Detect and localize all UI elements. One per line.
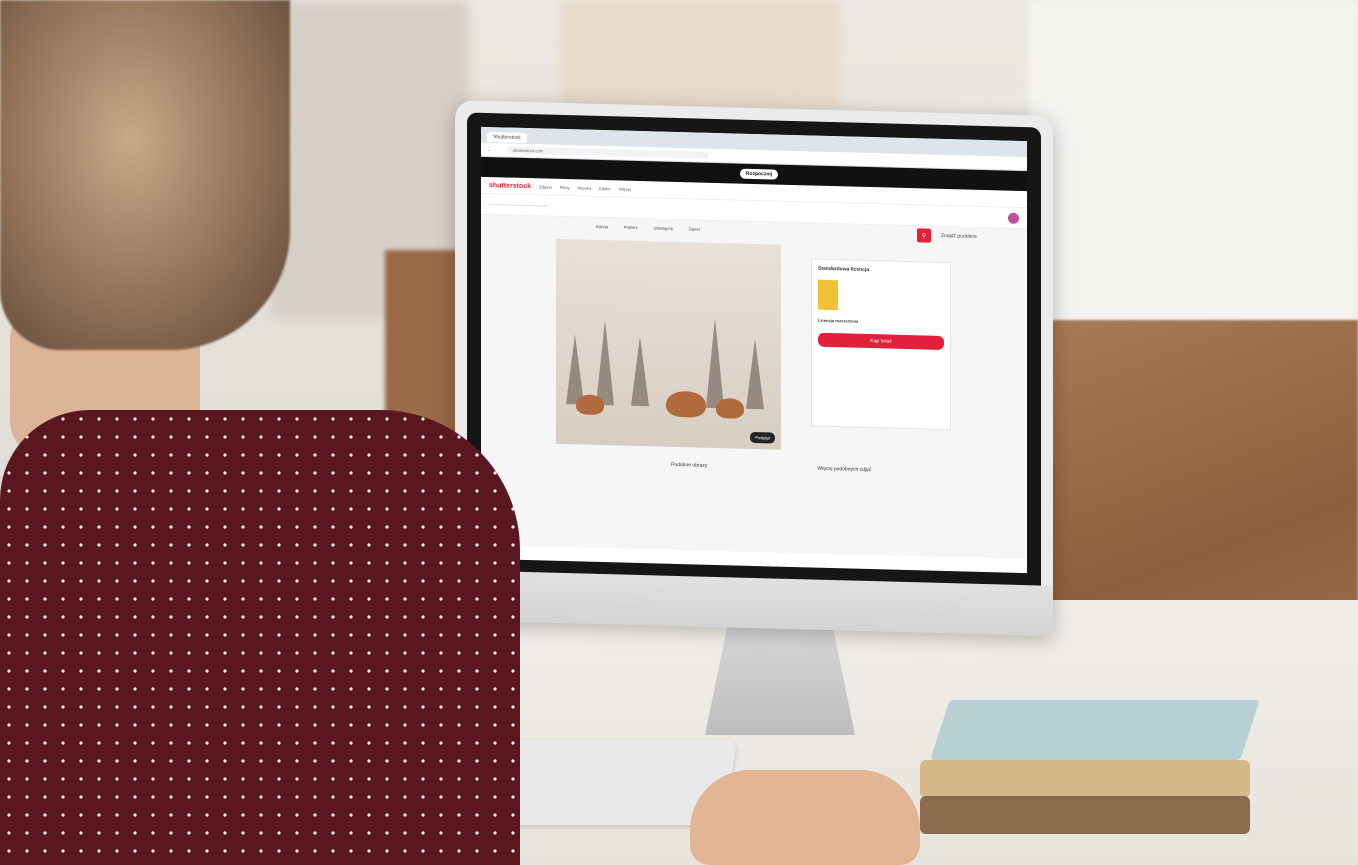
deer-illustration — [666, 390, 706, 418]
action-edit[interactable]: Edycja — [596, 224, 608, 229]
notebook — [920, 760, 1250, 798]
nav-item[interactable]: Więcej — [619, 186, 631, 191]
search-input[interactable] — [489, 203, 549, 207]
deer-illustration — [576, 394, 604, 416]
monitor-screen: Shutterstock ← shutterstock.com Rozpoczn… — [481, 126, 1027, 574]
purchase-card: Standardowa licencja Licencja rozszerzon… — [811, 258, 951, 431]
tree-illustration — [596, 319, 614, 406]
main-content: Edycja Pobierz Udostępnij Zapisz ⚲ Znajd… — [481, 214, 1027, 560]
tree-illustration — [566, 334, 584, 405]
background-window — [1028, 0, 1358, 330]
polka-dot-shirt — [0, 410, 520, 865]
avatar[interactable] — [1008, 212, 1019, 224]
banner-button[interactable]: Rozpocznij — [739, 168, 779, 180]
find-similar-link[interactable]: Znajdź podobne — [941, 233, 977, 240]
site-logo[interactable]: shutterstock — [489, 182, 531, 190]
notebook — [920, 796, 1250, 834]
monitor-bezel: Shutterstock ← shutterstock.com Rozpoczn… — [467, 112, 1041, 598]
notebooks — [920, 730, 1250, 840]
browser-tab[interactable]: Shutterstock — [487, 132, 527, 144]
nav-item[interactable]: Filmy — [560, 184, 570, 189]
buy-button[interactable]: Kup teraz — [818, 332, 944, 350]
computer-monitor: Shutterstock ← shutterstock.com Rozpoczn… — [455, 100, 1053, 636]
stock-image-winter-deer[interactable]: Podgląd — [556, 238, 781, 450]
back-icon[interactable]: ← — [487, 147, 491, 152]
person-hand — [690, 770, 920, 865]
image-actions: Edycja Pobierz Udostępnij Zapisz — [596, 224, 700, 232]
preview-button[interactable]: Podgląd — [750, 431, 775, 444]
plan-title: Standardowa licencja — [818, 265, 870, 274]
action-save[interactable]: Zapisz — [688, 226, 700, 231]
url-field[interactable]: shutterstock.com — [507, 146, 709, 159]
plan-illustration — [818, 279, 838, 311]
related-sections: Podobne obrazy Więcej podobnych zdjęć — [671, 462, 871, 473]
section-title: Więcej podobnych zdjęć — [817, 465, 872, 474]
nav-item[interactable]: Edytor — [599, 185, 611, 190]
deer-illustration — [716, 398, 744, 419]
tree-illustration — [706, 317, 724, 409]
person-hair — [0, 0, 290, 350]
tree-illustration — [631, 335, 649, 407]
nav-item[interactable]: Muzyka — [577, 185, 591, 190]
action-share[interactable]: Udostępnij — [654, 225, 673, 230]
section-title: Podobne obrazy — [671, 461, 708, 469]
blurred-colleague-background — [560, 0, 840, 110]
monitor-stand — [705, 625, 855, 735]
tree-illustration — [746, 338, 764, 410]
action-download[interactable]: Pobierz — [624, 225, 638, 230]
nav-item[interactable]: Zdjęcia — [539, 184, 552, 189]
license-option[interactable]: Licencja rozszerzona — [818, 318, 944, 326]
search-icon[interactable]: ⚲ — [917, 228, 931, 243]
photo-scene: Shutterstock ← shutterstock.com Rozpoczn… — [0, 0, 1358, 865]
